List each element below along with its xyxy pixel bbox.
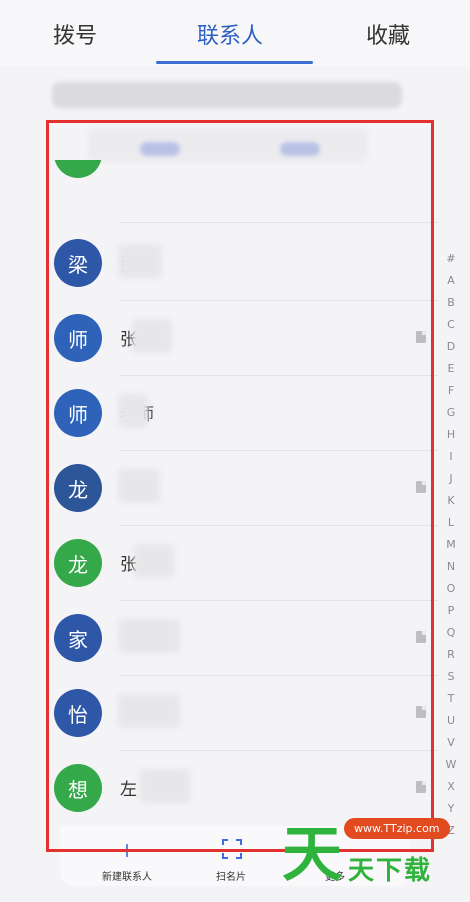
watermark-text: 天下载 (348, 856, 433, 886)
scan-icon (221, 838, 242, 862)
contact-row[interactable]: 家 (48, 601, 438, 676)
contact-row[interactable]: 怡 (48, 676, 438, 751)
alphabet-letter[interactable]: W (440, 754, 462, 776)
watermark-big-char: 天 (282, 820, 342, 890)
blurred-name (132, 319, 172, 353)
alphabet-letter[interactable]: # (440, 248, 462, 270)
alphabet-letter[interactable]: G (440, 402, 462, 424)
scan-card-label: 扫名片 (216, 872, 246, 883)
tab-dial[interactable]: 拨号 (53, 18, 97, 50)
alphabet-letter[interactable]: Q (440, 622, 462, 644)
document-icon (416, 481, 426, 493)
alphabet-letter[interactable]: L (440, 512, 462, 534)
blurred-name (118, 469, 160, 503)
avatar: 梁 (54, 239, 102, 287)
blurred-name (118, 694, 180, 728)
avatar: 龙 (54, 464, 102, 512)
document-icon (416, 331, 426, 343)
tab-contacts[interactable]: 联系人 (197, 18, 263, 50)
alphabet-letter[interactable]: B (440, 292, 462, 314)
alphabet-letter[interactable]: I (440, 446, 462, 468)
avatar: 家 (54, 614, 102, 662)
avatar: 龙 (54, 539, 102, 587)
blurred-name (118, 244, 162, 278)
scan-card-button[interactable]: 扫名片 (186, 826, 276, 886)
alphabet-letter[interactable]: J (440, 468, 462, 490)
plus-icon: + (118, 838, 136, 862)
alphabet-letter[interactable]: R (440, 644, 462, 666)
contact-row[interactable]: 龙 (48, 451, 438, 526)
alphabet-letter[interactable]: F (440, 380, 462, 402)
alphabet-letter[interactable]: D (440, 336, 462, 358)
alphabet-letter[interactable]: M (440, 534, 462, 556)
tab-bar: 拨号 联系人 收藏 (0, 0, 470, 66)
alphabet-letter[interactable]: V (440, 732, 462, 754)
alphabet-letter[interactable]: E (440, 358, 462, 380)
active-tab-indicator (156, 61, 313, 64)
alphabet-letter[interactable]: U (440, 710, 462, 732)
alphabet-letter[interactable]: O (440, 578, 462, 600)
contact-list: 梁 张梁 师 张师 师 老师 龙 龙 张 家 怡 (48, 160, 438, 850)
tab-favorites[interactable]: 收藏 (366, 18, 410, 50)
avatar: 师 (54, 389, 102, 437)
document-icon (416, 706, 426, 718)
alphabet-letter[interactable]: A (440, 270, 462, 292)
contact-row[interactable]: 师 张师 (48, 301, 438, 376)
blurred-name (134, 544, 174, 578)
watermark-logo: 天 www.TTzip.com 天下载 (278, 806, 458, 896)
avatar: 想 (54, 764, 102, 812)
alphabet-letter[interactable]: C (440, 314, 462, 336)
alphabet-letter[interactable]: X (440, 776, 462, 798)
blurred-name (140, 769, 190, 803)
avatar (54, 160, 102, 178)
avatar: 师 (54, 314, 102, 362)
document-icon (416, 631, 426, 643)
blurred-search-area[interactable] (88, 128, 368, 162)
new-contact-label: 新建联系人 (102, 872, 152, 883)
alphabet-letter[interactable]: P (440, 600, 462, 622)
watermark-url: www.TTzip.com (344, 818, 450, 839)
alphabet-index[interactable]: # A B C D E F G H I J K L M N O P Q R S T U V W X Y Z (440, 248, 462, 842)
blurred-header-text (52, 82, 402, 108)
alphabet-letter[interactable]: H (440, 424, 462, 446)
contact-row[interactable]: 师 老师 (48, 376, 438, 451)
alphabet-letter[interactable]: N (440, 556, 462, 578)
blurred-name (118, 394, 148, 428)
document-icon (416, 781, 426, 793)
blurred-chip-1 (140, 142, 180, 156)
contact-name: 左 (120, 780, 137, 800)
alphabet-letter[interactable]: K (440, 490, 462, 512)
alphabet-letter[interactable]: S (440, 666, 462, 688)
alphabet-letter[interactable]: T (440, 688, 462, 710)
new-contact-button[interactable]: + 新建联系人 (82, 826, 172, 886)
contact-row[interactable]: 梁 张梁 (48, 226, 438, 301)
blurred-name (118, 619, 180, 653)
blurred-chip-2 (280, 142, 320, 156)
divider (120, 222, 438, 223)
contact-row[interactable]: 龙 张 (48, 526, 438, 601)
avatar: 怡 (54, 689, 102, 737)
